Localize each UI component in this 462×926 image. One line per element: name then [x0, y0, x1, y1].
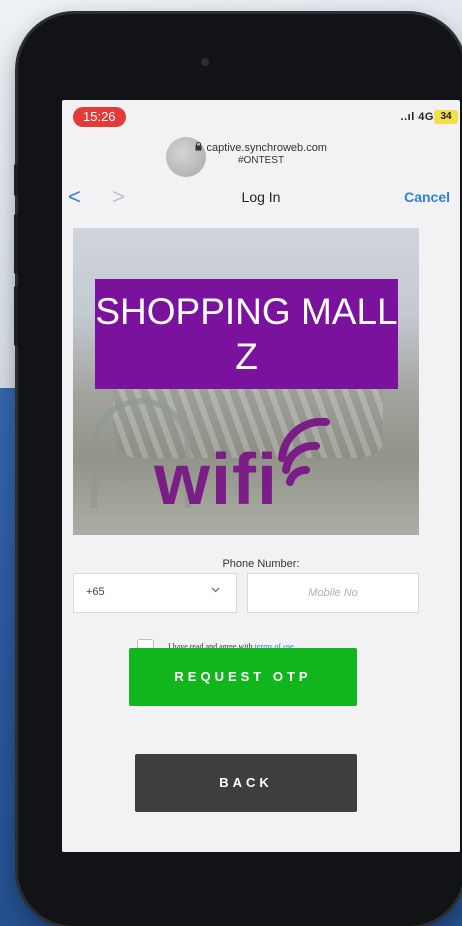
country-code-select[interactable]: +65: [73, 573, 237, 613]
cancel-button[interactable]: Cancel: [404, 182, 450, 212]
url-line: captive.synchroweb.com: [62, 141, 460, 154]
url-text: captive.synchroweb.com: [206, 142, 327, 154]
back-arrow-icon[interactable]: <: [68, 182, 81, 212]
country-code-value: +65: [86, 586, 105, 598]
volume-up-button: [14, 214, 18, 274]
wifi-text: wifi: [154, 440, 278, 520]
wifi-logo: wifi: [154, 418, 344, 520]
screen-bottom: [62, 812, 460, 852]
status-bar: 15:26 ..ıl 4G 34: [62, 100, 460, 134]
battery-indicator: 34: [434, 110, 458, 124]
status-time: 15:26: [73, 107, 126, 127]
request-otp-button[interactable]: REQUEST OTP: [129, 648, 357, 706]
front-camera: [201, 58, 209, 66]
chevron-down-icon: [211, 584, 220, 596]
volume-down-button: [14, 286, 18, 346]
mobile-number-input[interactable]: [247, 573, 419, 613]
forward-arrow-icon[interactable]: >: [112, 182, 125, 212]
url-subtitle: #ONTEST: [237, 155, 285, 166]
url-area[interactable]: captive.synchroweb.com #ONTEST: [62, 132, 460, 177]
phone-number-label: Phone Number:: [222, 558, 300, 570]
lock-icon: [195, 141, 205, 153]
browser-nav-bar: Log In < > Cancel: [62, 182, 460, 212]
mute-switch: [14, 164, 18, 196]
signal-indicator: ..ıl 4G: [400, 111, 434, 123]
phone-screen: 15:26 ..ıl 4G 34 captive.synchroweb.com …: [62, 100, 460, 852]
brand-banner: SHOPPING MALL Z: [95, 279, 398, 389]
brand-name: SHOPPING MALL Z: [95, 291, 398, 377]
back-button[interactable]: BACK: [135, 754, 357, 812]
